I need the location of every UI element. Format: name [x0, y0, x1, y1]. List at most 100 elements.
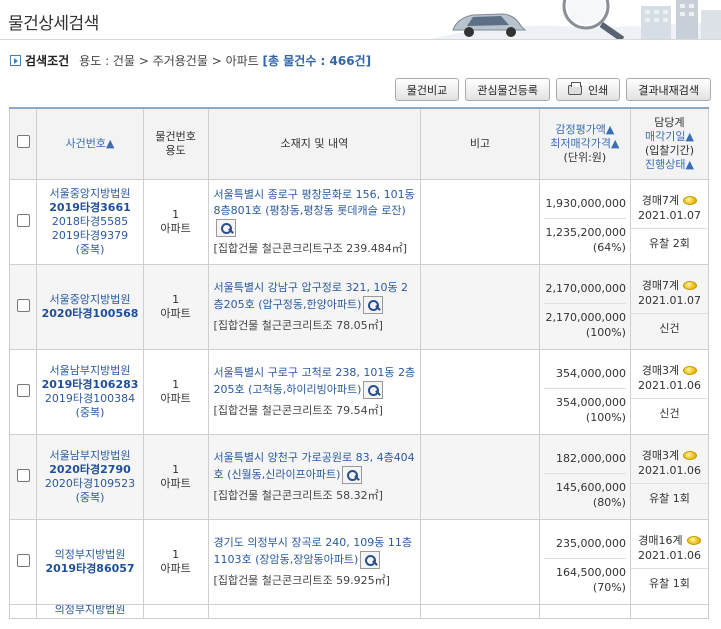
status-cell: 경매3계 2021.01.06 신건 — [629, 348, 710, 435]
status-cell — [629, 603, 710, 619]
min-price-value: 2,170,000,000 — [545, 310, 626, 324]
address-link[interactable]: 서울특별시 구로구 고척로 238, 101동 2층205호 (고척동,하이리빙… — [214, 366, 416, 396]
address-link[interactable]: 서울특별시 종로구 평창문화로 156, 101동 8층801호 (평창동,평창… — [214, 188, 415, 217]
map-search-icon[interactable] — [363, 380, 384, 399]
court-name[interactable]: 서울남부지방법원 — [37, 449, 142, 463]
row-select-cell — [8, 348, 38, 435]
row-select-cell — [8, 518, 38, 605]
case-cell[interactable]: 서울남부지방법원 2019타경106283 2019타경100384 (중복) — [36, 348, 144, 435]
price-ratio: (64%) — [592, 240, 626, 254]
court-name[interactable]: 의정부지방법원 — [38, 605, 142, 617]
item-use: 아파트 — [160, 561, 191, 575]
court-name[interactable]: 서울중앙지방법원 — [37, 293, 142, 307]
item-use: 아파트 — [160, 391, 191, 405]
col-sale-date-label[interactable]: 매각기일▲ — [645, 130, 694, 143]
coin-icon[interactable] — [686, 535, 701, 545]
row-select-cell — [8, 178, 38, 265]
related-case-no: 2019타경100384 — [44, 391, 136, 405]
building-detail: [집합건물 철근콘크리트조 58.32㎡] — [213, 488, 383, 502]
price-ratio: (70%) — [592, 580, 626, 594]
min-price-value: 354,000,000 — [555, 395, 626, 409]
table-row: 의정부지방법원 — [8, 603, 710, 619]
col-unit-label: (단위:원) — [563, 150, 607, 164]
related-case-no: 2020타경109523 — [44, 476, 136, 490]
item-number: 1 — [172, 462, 180, 476]
search-condition-path: 용도 : 건물 > 주거용건물 > 아파트 — [79, 54, 259, 68]
location-cell: 서울특별시 강남구 압구정로 321, 10동 2층205호 (압구정동,한양아… — [207, 263, 422, 350]
results-table: 사건번호▲ 물건번호 용도 소재지 및 내역 비고 감정평가액▲ 최저매각가격▲ (단… — [8, 107, 710, 619]
item-use: 아파트 — [160, 476, 191, 490]
court-name[interactable]: 서울남부지방법원 — [37, 364, 142, 378]
case-number-link[interactable]: 2019타경86057 — [37, 562, 142, 576]
sale-date: 2021.01.07 — [630, 208, 708, 229]
location-cell: 경기도 의정부시 장곡로 240, 109동 11층1103호 (장암동,장암동… — [207, 518, 422, 605]
appraisal-value: 1,930,000,000 — [543, 189, 626, 219]
sale-date: 2021.01.06 — [630, 463, 708, 484]
row-checkbox[interactable] — [16, 213, 30, 227]
map-search-icon[interactable] — [360, 550, 381, 569]
sale-date: 2021.01.06 — [630, 548, 708, 569]
col-status[interactable]: 담당계 매각기일▲ (입찰기간) 진행상태▲ — [629, 107, 710, 180]
court-name[interactable]: 의정부지방법원 — [37, 548, 142, 562]
item-number: 1 — [172, 377, 180, 391]
related-case-no: (중복) — [75, 242, 105, 256]
min-price-value: 164,500,000 — [555, 565, 626, 579]
action-toolbar: 물건비교 관심물건등록 인쇄 결과내재검색 — [394, 78, 711, 101]
related-case-no: (중복) — [75, 490, 105, 504]
case-number-link[interactable]: 2019타경106283 — [37, 378, 142, 392]
appraisal-value: 354,000,000 — [543, 359, 626, 389]
address-link[interactable]: 경기도 의정부시 장곡로 240, 109동 11층1103호 (장암동,장암동… — [214, 536, 412, 566]
favorite-register-button[interactable]: 관심물건등록 — [465, 78, 551, 101]
col-min-price-label[interactable]: 최저매각가격▲ — [550, 137, 619, 150]
refine-search-button[interactable]: 결과내재검색 — [626, 78, 711, 101]
table-row: 서울남부지방법원 2019타경106283 2019타경100384 (중복) 1 아파트… — [8, 348, 710, 435]
row-checkbox[interactable] — [16, 553, 30, 567]
row-checkbox[interactable] — [16, 298, 30, 312]
progress-status: 신건 — [659, 406, 680, 420]
item-use-cell: 1 아파트 — [142, 348, 209, 435]
table-row: 서울중앙지방법원 2020타경100568 1 아파트 서울특별시 강남구 압구정로 3… — [8, 263, 710, 350]
map-search-icon[interactable] — [363, 295, 384, 314]
print-button[interactable]: 인쇄 — [556, 78, 621, 101]
case-number-link[interactable]: 2020타경100568 — [37, 307, 142, 321]
coin-icon[interactable] — [683, 365, 698, 375]
table-header-row: 사건번호▲ 물건번호 용도 소재지 및 내역 비고 감정평가액▲ 최저매각가격▲ (단… — [8, 107, 710, 180]
search-condition-label: 검색조건 — [25, 54, 70, 68]
col-note-label: 비고 — [469, 136, 491, 150]
case-cell[interactable]: 서울남부지방법원 2020타경2790 2020타경109523 (중복) — [36, 433, 144, 520]
case-number-link[interactable]: 2019타경3661 — [37, 201, 142, 215]
case-cell[interactable]: 서울중앙지방법원 2019타경3661 2018타경5585 2019타경9379 (중… — [36, 178, 144, 265]
col-price[interactable]: 감정평가액▲ 최저매각가격▲ (단위:원) — [538, 107, 631, 180]
arrow-right-icon — [10, 55, 21, 66]
col-note: 비고 — [420, 107, 540, 180]
officer-name: 경매16계 — [638, 533, 683, 547]
select-all-checkbox[interactable] — [16, 135, 30, 149]
map-search-icon[interactable] — [342, 465, 363, 484]
address-link[interactable]: 서울특별시 양천구 가로공원로 83, 4층404호 (신월동,신라이프아파트) — [214, 451, 415, 481]
case-cell[interactable]: 의정부지방법원 2019타경86057 — [36, 518, 144, 605]
case-cell[interactable]: 의정부지방법원 — [36, 603, 144, 619]
col-item-no-label: 물건번호 — [155, 129, 196, 143]
min-price-value: 145,600,000 — [555, 480, 626, 494]
result-count: [총 물건수 : 466건] — [262, 54, 372, 68]
map-search-icon[interactable] — [215, 218, 236, 237]
col-case-no[interactable]: 사건번호▲ — [36, 107, 144, 180]
row-select-cell — [8, 263, 38, 350]
col-location-label: 소재지 및 내역 — [280, 136, 349, 150]
row-checkbox[interactable] — [16, 468, 30, 482]
status-cell: 경매3계 2021.01.06 유찰 1회 — [629, 433, 710, 520]
coin-icon[interactable] — [683, 280, 698, 290]
min-price-value: 1,235,200,000 — [545, 225, 626, 239]
col-appraisal-label[interactable]: 감정평가액▲ — [555, 123, 614, 136]
col-status-label[interactable]: 진행상태▲ — [645, 158, 694, 171]
coin-icon[interactable] — [683, 450, 698, 460]
coin-icon[interactable] — [683, 195, 698, 205]
row-checkbox[interactable] — [16, 383, 30, 397]
case-cell[interactable]: 서울중앙지방법원 2020타경100568 — [36, 263, 144, 350]
table-row: 서울중앙지방법원 2019타경3661 2018타경5585 2019타경9379 (중… — [8, 178, 710, 265]
case-number-link[interactable]: 2020타경2790 — [37, 463, 142, 477]
status-cell: 경매7계 2021.01.07 신건 — [629, 263, 710, 350]
col-use-label: 용도 — [165, 143, 186, 157]
compare-button[interactable]: 물건비교 — [394, 78, 460, 101]
court-name[interactable]: 서울중앙지방법원 — [37, 187, 142, 201]
